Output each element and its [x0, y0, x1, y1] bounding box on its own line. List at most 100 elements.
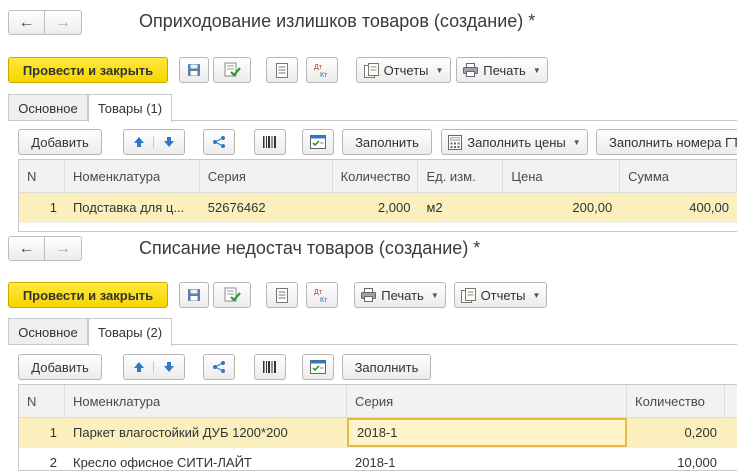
unit-cell[interactable]: м2 [418, 193, 503, 222]
row-number: 2 [49, 455, 57, 470]
save-button[interactable] [179, 282, 209, 308]
arrow-up-icon [133, 362, 144, 372]
tab-goods[interactable]: Товары (1) [88, 94, 172, 122]
product-cell[interactable]: Подставка для ц... [65, 193, 200, 222]
add-row-button[interactable]: Добавить [18, 129, 102, 155]
share-icon [213, 361, 225, 373]
dt-kt-icon: ДтКт [314, 289, 328, 303]
column-header[interactable]: Серия [347, 385, 627, 417]
move-up-button[interactable] [124, 361, 154, 373]
command-bar: Провести и закрыть Дт Кт Отчеты ▼ Печать … [8, 57, 737, 83]
fill-button[interactable]: Заполнить [342, 129, 432, 155]
table-command-bar: Добавить Заполнить [18, 354, 737, 380]
writeoff-form: ← → Списание недостач товаров (создание)… [0, 234, 737, 471]
column-header[interactable]: N [19, 385, 65, 417]
barcode-button[interactable] [254, 129, 286, 155]
svg-text:Кт: Кт [320, 72, 328, 78]
arrow-down-icon [164, 137, 174, 147]
post-and-close-button[interactable]: Провести и закрыть [8, 57, 168, 83]
fill-prices-button[interactable]: Заполнить цены ▼ [441, 129, 588, 155]
quantity-cell[interactable]: 10,000 [627, 448, 725, 470]
product-cell[interactable]: Паркет влагостойкий ДУБ 1200*200 [65, 418, 347, 447]
select-button[interactable] [302, 354, 334, 380]
price-cell[interactable]: 200,00 [503, 193, 620, 222]
arrow-left-icon: ← [18, 13, 35, 31]
share-button[interactable] [203, 129, 235, 155]
tab-bar: Основное Товары (1) [8, 94, 737, 122]
select-button[interactable] [302, 129, 334, 155]
product-cell[interactable]: Кресло офисное СИТИ-ЛАЙТ [65, 448, 347, 470]
reports-menu-button[interactable]: Отчеты ▼ [356, 57, 451, 83]
post-button[interactable] [213, 282, 251, 308]
table-row[interactable]: 2 Кресло офисное СИТИ-ЛАЙТ 2018-1 10,000 [19, 448, 737, 470]
table-header: N Номенклатура Серия Количество [19, 385, 737, 418]
post-document-icon [224, 62, 241, 77]
tab-main[interactable]: Основное [8, 318, 88, 345]
calculator-icon [448, 134, 463, 150]
column-header[interactable]: Цена [503, 160, 621, 192]
page-title: Списание недостач товаров (создание) * [139, 238, 481, 258]
arrow-left-icon: ← [18, 239, 35, 257]
tab-main[interactable]: Основное [8, 94, 88, 121]
quantity-cell[interactable]: 2,000 [333, 193, 419, 222]
fill-gtd-button[interactable]: Заполнить номера ГТ [596, 129, 737, 155]
checklist-icon [310, 360, 326, 374]
move-buttons [123, 354, 185, 380]
print-menu-button[interactable]: Печать ▼ [354, 282, 446, 308]
column-header[interactable]: Серия [200, 160, 333, 192]
post-button[interactable] [213, 57, 251, 83]
chevron-down-icon: ▼ [532, 65, 541, 75]
move-up-button[interactable] [124, 136, 154, 148]
checklist-icon [310, 135, 326, 149]
fill-button[interactable]: Заполнить [342, 354, 431, 380]
row-number: 1 [49, 425, 57, 440]
table-row[interactable]: 1 Подставка для ц... 52676462 2,000 м2 2… [19, 193, 737, 223]
column-header[interactable]: Номенклатура [65, 385, 347, 417]
printer-icon [361, 288, 377, 302]
column-header[interactable]: Сумма [620, 160, 737, 192]
forward-button[interactable]: → [45, 236, 82, 261]
move-down-button[interactable] [154, 361, 184, 373]
dt-kt-icon: ДтКт [314, 64, 328, 78]
chevron-down-icon: ▼ [435, 65, 444, 75]
column-header[interactable]: Количество [627, 385, 725, 417]
chevron-down-icon: ▼ [532, 290, 541, 300]
dt-kt-button[interactable]: Дт Кт [306, 282, 338, 308]
post-document-icon [224, 287, 241, 302]
table-header: N Номенклатура Серия Количество Ед. изм.… [19, 160, 737, 193]
goods-table: N Номенклатура Серия Количество Ед. изм.… [18, 159, 737, 232]
barcode-button[interactable] [254, 354, 286, 380]
post-and-close-button[interactable]: Провести и закрыть [8, 282, 168, 308]
column-header[interactable]: Ед. изм. [418, 160, 504, 192]
floppy-disk-icon [188, 64, 200, 76]
amount-cell[interactable]: 400,00 [620, 193, 737, 222]
document-list-icon [276, 287, 288, 303]
forward-button[interactable]: → [45, 10, 82, 35]
tab-goods[interactable]: Товары (2) [88, 318, 172, 346]
chevron-down-icon: ▼ [572, 137, 581, 147]
quantity-cell[interactable]: 0,200 [627, 418, 725, 447]
series-cell[interactable]: 2018-1 [347, 448, 627, 470]
column-header[interactable]: Количество [333, 160, 419, 192]
arrow-up-icon [133, 137, 144, 147]
column-header[interactable]: N [19, 160, 65, 192]
print-menu-button[interactable]: Печать ▼ [456, 57, 548, 83]
series-cell[interactable]: 52676462 [200, 193, 333, 222]
svg-text:Дт: Дт [314, 64, 323, 71]
back-button[interactable]: ← [8, 10, 45, 35]
save-button[interactable] [179, 57, 209, 83]
document-structure-button[interactable] [266, 57, 298, 83]
column-header[interactable]: Номенклатура [65, 160, 200, 192]
floppy-disk-icon [188, 289, 200, 301]
table-row[interactable]: 1 Паркет влагостойкий ДУБ 1200*200 2018-… [19, 418, 737, 448]
dt-kt-button[interactable]: Дт Кт [306, 57, 338, 83]
document-structure-button[interactable] [266, 282, 298, 308]
move-down-button[interactable] [154, 136, 184, 148]
share-button[interactable] [203, 354, 235, 380]
command-bar: Провести и закрыть Дт Кт Печать ▼ Отчеты … [8, 282, 737, 308]
reports-menu-button[interactable]: Отчеты ▼ [454, 282, 547, 308]
back-button[interactable]: ← [8, 236, 45, 261]
table-command-bar: Добавить Заполнить Заполнить цены ▼ Запо… [18, 129, 737, 155]
series-cell[interactable]: 2018-1 [347, 418, 627, 447]
add-row-button[interactable]: Добавить [18, 354, 102, 380]
